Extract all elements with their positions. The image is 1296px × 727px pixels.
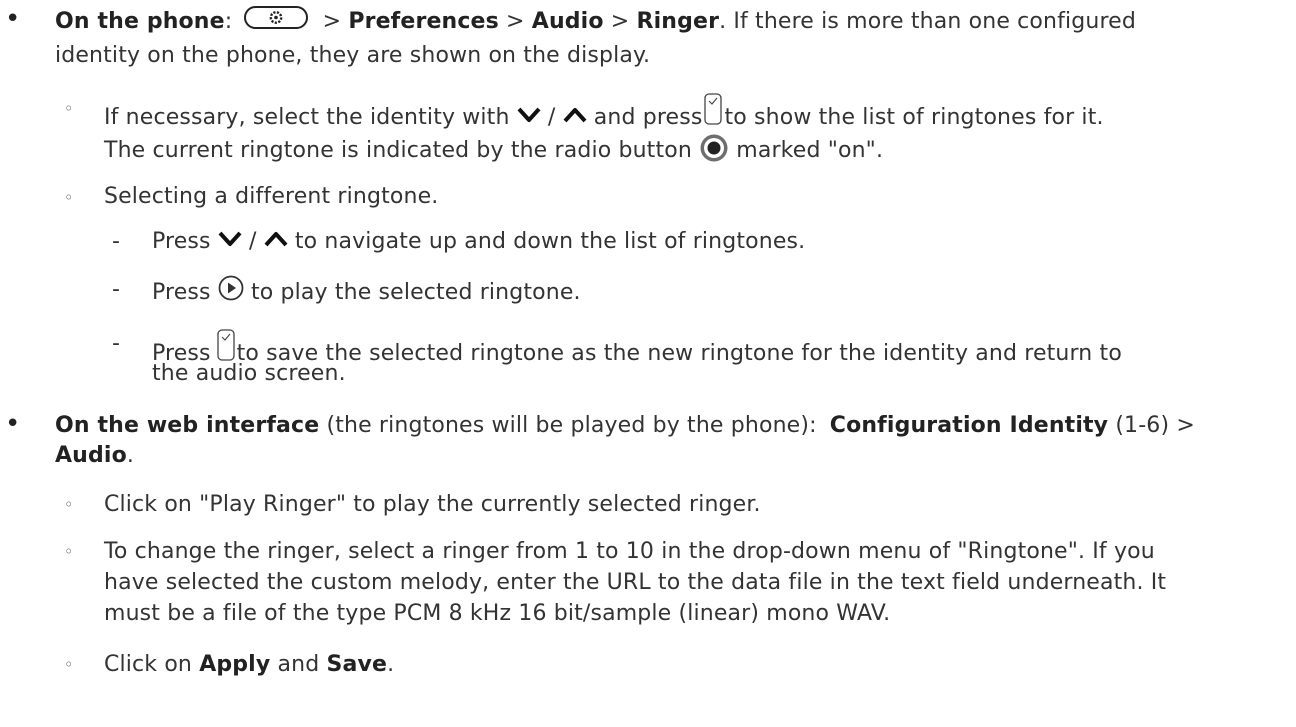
chevron-up-icon	[563, 108, 587, 123]
chevron-up-icon	[264, 232, 288, 247]
web-line-1: On the web interface (the ringtones will…	[55, 413, 1195, 438]
change-line-1: To change the ringer, select a ringer fr…	[104, 539, 1155, 564]
save-line-2: the audio screen.	[152, 361, 346, 386]
check-key-icon	[217, 329, 235, 361]
menu-audio: Audio	[531, 9, 604, 34]
phone-line-2: identity on the phone, they are shown on…	[55, 43, 651, 68]
identity-line: If necessary, select the identity with /…	[104, 93, 1104, 133]
dash: -	[112, 277, 121, 302]
dash: -	[112, 229, 121, 254]
chevron-down-icon	[517, 107, 541, 122]
web-line-2: Audio.	[55, 443, 134, 468]
sub-bullet: ◦	[64, 655, 74, 674]
separator: >	[506, 9, 525, 34]
save-label: Save	[326, 652, 388, 677]
apply-save-line: Click on Apply and Save.	[104, 652, 395, 677]
bullet: •	[5, 409, 21, 439]
dash: -	[112, 331, 121, 356]
current-ringtone-line: The current ringtone is indicated by the…	[104, 133, 883, 166]
selecting-line: Selecting a different ringtone.	[104, 184, 439, 209]
menu-preferences: Preferences	[348, 9, 499, 34]
sub-bullet: ◦	[64, 99, 74, 118]
play-line: Press to play the selected ringtone.	[152, 275, 581, 308]
menu-audio: Audio	[55, 443, 127, 468]
bullet: •	[5, 4, 21, 34]
change-line-2: have selected the custom melody, enter t…	[104, 570, 1167, 595]
radio-on-icon	[700, 134, 728, 162]
phone-label: On the phone	[55, 9, 225, 34]
navigate-line: Press / to navigate up and down the list…	[152, 229, 806, 254]
web-label: On the web interface	[55, 413, 320, 438]
separator: >	[610, 9, 630, 34]
apply-label: Apply	[199, 652, 271, 677]
change-line-3: must be a file of the type PCM 8 kHz 16 …	[104, 601, 891, 626]
separator: >	[322, 9, 342, 34]
menu-configuration-identity: Configuration Identity	[829, 413, 1109, 438]
sub-bullet: ◦	[64, 542, 74, 561]
play-icon	[218, 275, 244, 301]
sub-bullet: ◦	[64, 188, 74, 207]
click-play-line: Click on "Play Ringer" to play the curre…	[104, 492, 761, 517]
chevron-down-icon	[218, 231, 242, 246]
check-key-icon	[704, 93, 723, 125]
menu-ringer: Ringer	[636, 9, 720, 34]
sub-bullet: ◦	[64, 495, 74, 514]
phone-line-1: On the phone: > Preferences > Audio > Ri…	[55, 5, 1136, 37]
gear-key-icon	[244, 6, 309, 29]
